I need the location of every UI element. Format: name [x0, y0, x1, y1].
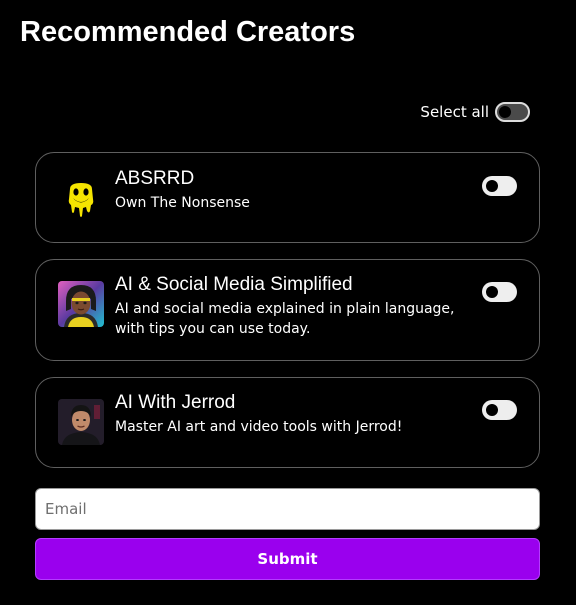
toggle-knob [499, 106, 511, 118]
creator-name: ABSRRD [115, 168, 195, 189]
page-title: Recommended Creators [20, 16, 356, 48]
toggle-knob [486, 180, 498, 192]
email-field[interactable] [35, 488, 540, 530]
creator-description: AI and social media explained in plain l… [115, 301, 455, 337]
creator-toggle-ai-social-media-simplified[interactable] [482, 282, 517, 302]
man-portrait-avatar [58, 399, 104, 445]
creator-card-ai-social-media-simplified: AI & Social Media Simplified AI and soci… [35, 259, 540, 361]
creator-name: AI & Social Media Simplified [115, 274, 353, 295]
creator-card-absrrd: ABSRRD Own The Nonsense [35, 152, 540, 243]
creator-toggle-ai-with-jerrod[interactable] [482, 400, 517, 420]
creator-description: Master AI art and video tools with Jerro… [115, 419, 403, 435]
creator-name: AI With Jerrod [115, 392, 236, 413]
creator-card-ai-with-jerrod: AI With Jerrod Master AI art and video t… [35, 377, 540, 468]
toggle-knob [486, 404, 498, 416]
melting-smiley-logo-svg [58, 175, 104, 221]
creator-toggle-absrrd[interactable] [482, 176, 517, 196]
creator-description: Own The Nonsense [115, 195, 250, 211]
melting-smiley-logo-icon [58, 175, 104, 221]
woman-portrait-svg [58, 281, 104, 327]
toggle-knob [486, 286, 498, 298]
man-portrait-svg [58, 399, 104, 445]
submit-button[interactable]: Submit [35, 538, 540, 580]
woman-portrait-avatar [58, 281, 104, 327]
select-all-control: Select all [420, 101, 530, 123]
select-all-toggle[interactable] [495, 102, 530, 122]
select-all-label: Select all [420, 103, 489, 121]
